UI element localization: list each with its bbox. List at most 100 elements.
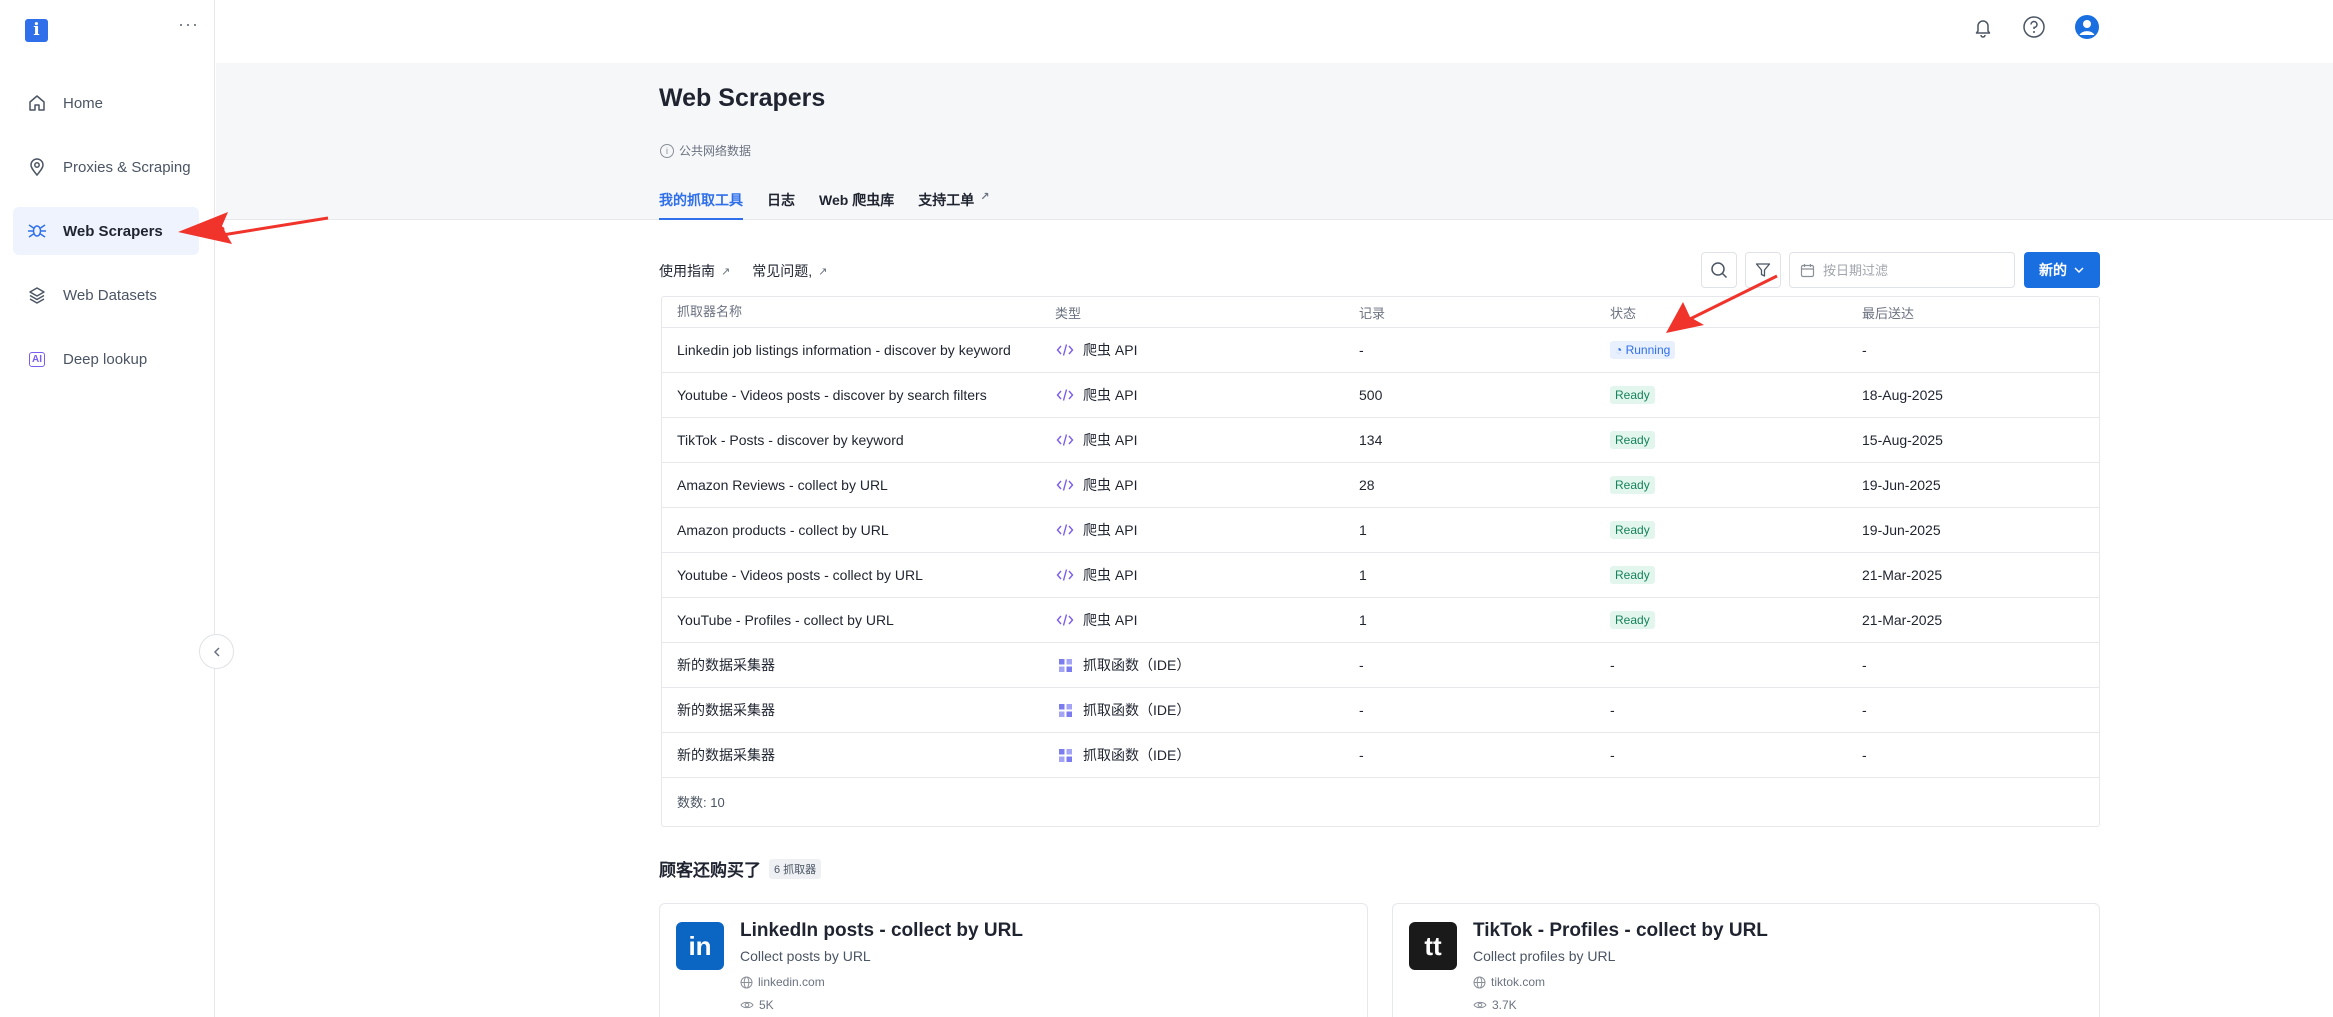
table-row[interactable]: YouTube - Profiles - collect by URL 爬虫 AP… — [662, 598, 2099, 643]
card-domain-text: tiktok.com — [1491, 975, 1546, 989]
date-filter-field[interactable] — [1789, 252, 2015, 288]
table-row[interactable]: Youtube - Videos posts - collect by URL 爬… — [662, 553, 2099, 598]
record-count: - — [1359, 657, 1364, 673]
more-options-icon[interactable]: ··· — [178, 14, 199, 35]
scraper-type: 爬虫 API — [1055, 418, 1137, 462]
type-icon — [1055, 703, 1075, 718]
sidebar-item-label: Web Datasets — [63, 286, 157, 304]
last-delivered: 19-Jun-2025 — [1862, 477, 1941, 493]
scraper-name[interactable]: TikTok - Posts - discover by keyword — [677, 418, 1037, 462]
user-avatar-icon[interactable] — [2073, 13, 2101, 41]
status-text: - — [1610, 657, 1615, 673]
table-row[interactable]: 新的数据采集器 抓取函数（IDE） - - - — [662, 643, 2099, 688]
tab-support-tickets[interactable]: 支持工单 ↗ — [918, 190, 989, 220]
last-delivered: - — [1862, 702, 1867, 718]
brand-logo[interactable]: i — [25, 19, 48, 42]
tab-label: 支持工单 — [918, 192, 975, 208]
card-subtitle: Collect posts by URL — [740, 948, 871, 964]
search-button[interactable] — [1701, 252, 1737, 288]
page-title: Web Scrapers — [659, 84, 826, 112]
status-cell: - — [1610, 643, 1615, 687]
scraper-name[interactable]: 新的数据采集器 — [677, 688, 1037, 732]
code-icon — [1056, 524, 1074, 536]
type-icon — [1055, 478, 1075, 492]
table-row[interactable]: TikTok - Posts - discover by keyword 爬虫 A… — [662, 418, 2099, 463]
home-icon — [25, 91, 49, 115]
scraper-name[interactable]: Amazon Reviews - collect by URL — [677, 463, 1037, 507]
sidebar-item-web-datasets[interactable]: Web Datasets — [13, 271, 199, 319]
column-header-records[interactable]: 记录 — [1359, 297, 1385, 327]
table-header: 抓取器名称 类型 记录 状态 最后送达 — [662, 297, 2099, 328]
card-title[interactable]: TikTok - Profiles - collect by URL — [1473, 920, 1768, 942]
sidebar-item-proxies[interactable]: Proxies & Scraping — [13, 143, 199, 191]
type-icon — [1055, 433, 1075, 447]
date-filter-input[interactable] — [1823, 262, 2003, 278]
status-text: - — [1610, 702, 1615, 718]
external-link-icon: ↗ — [721, 265, 731, 278]
column-header-status[interactable]: 状态 — [1610, 297, 1636, 327]
sidebar-item-home[interactable]: Home — [13, 79, 199, 127]
scraper-type: 爬虫 API — [1055, 508, 1137, 552]
record-count: - — [1359, 702, 1364, 718]
status-cell: Ready — [1610, 508, 1655, 552]
faq-link[interactable]: 常见问题, ↗ — [752, 261, 827, 281]
globe-icon — [740, 976, 753, 988]
column-header-type[interactable]: 类型 — [1055, 297, 1081, 327]
table-row[interactable]: Amazon products - collect by URL 爬虫 API 1 R… — [662, 508, 2099, 553]
help-icon[interactable] — [2020, 13, 2048, 41]
status-badge: Ready — [1610, 386, 1655, 404]
column-header-last-delivered[interactable]: 最后送达 — [1862, 297, 1914, 327]
ai-badge: AI — [29, 351, 45, 367]
last-delivered: 19-Jun-2025 — [1862, 522, 1941, 538]
scraper-name[interactable]: Linkedin job listings information - disc… — [677, 328, 1037, 372]
bell-icon[interactable] — [1969, 13, 1997, 41]
type-text: 抓取函数（IDE） — [1083, 702, 1191, 718]
last-delivered: 18-Aug-2025 — [1862, 387, 1943, 403]
tab-scraper-library[interactable]: Web 爬虫库 — [819, 190, 894, 220]
card-domain-text: linkedin.com — [758, 975, 825, 989]
type-text: 爬虫 API — [1083, 567, 1138, 583]
type-icon — [1055, 613, 1075, 627]
card-subtitle: Collect profiles by URL — [1473, 948, 1616, 964]
table-row[interactable]: Youtube - Videos posts - discover by sea… — [662, 373, 2099, 418]
scraper-type: 抓取函数（IDE） — [1055, 688, 1190, 732]
new-scraper-button[interactable]: 新的 — [2024, 252, 2100, 288]
faq-link-label: 常见问题, — [752, 263, 813, 279]
search-icon — [1711, 262, 1728, 279]
scraper-name[interactable]: Youtube - Videos posts - collect by URL — [677, 553, 1037, 597]
scraper-name[interactable]: 新的数据采集器 — [677, 733, 1037, 777]
code-icon — [1056, 614, 1074, 626]
sidebar-item-deep-lookup[interactable]: AI Deep lookup — [13, 335, 199, 383]
table-footer-count: 数数: 10 — [677, 795, 725, 810]
scraper-name[interactable]: YouTube - Profiles - collect by URL — [677, 598, 1037, 642]
ai-icon: AI — [25, 347, 49, 371]
column-header-name[interactable]: 抓取器名称 — [677, 297, 1037, 327]
tab-my-scrapers[interactable]: 我的抓取工具 — [659, 190, 743, 220]
page-subtitle: i 公共网络数据 — [660, 142, 751, 159]
filter-button[interactable] — [1745, 252, 1781, 288]
scrapers-table: 抓取器名称 类型 记录 状态 最后送达 Linkedin job listing… — [661, 296, 2100, 827]
product-card-tiktok[interactable]: tt TikTok - Profiles - collect by URL Co… — [1392, 903, 2100, 1017]
record-count: 134 — [1359, 432, 1383, 448]
scraper-name[interactable]: Amazon products - collect by URL — [677, 508, 1037, 552]
record-count: 1 — [1359, 522, 1367, 538]
guide-link[interactable]: 使用指南 ↗ — [659, 261, 730, 281]
type-icon — [1055, 523, 1075, 537]
product-card-linkedin[interactable]: in LinkedIn posts - collect by URL Colle… — [659, 903, 1368, 1017]
table-row[interactable]: 新的数据采集器 抓取函数（IDE） - - - — [662, 688, 2099, 733]
table-row[interactable]: Amazon Reviews - collect by URL 爬虫 API 28 R… — [662, 463, 2099, 508]
scraper-name[interactable]: Youtube - Videos posts - discover by sea… — [677, 373, 1037, 417]
collapse-sidebar-button[interactable] — [199, 634, 234, 669]
code-icon — [1056, 479, 1074, 491]
table-row[interactable]: Linkedin job listings information - disc… — [662, 328, 2099, 373]
external-link-icon: ↗ — [818, 265, 828, 278]
status-cell: Ready — [1610, 463, 1655, 507]
sidebar-item-web-scrapers[interactable]: Web Scrapers — [13, 207, 199, 255]
scraper-type: 爬虫 API — [1055, 553, 1137, 597]
scraper-name[interactable]: 新的数据采集器 — [677, 643, 1037, 687]
tab-logs[interactable]: 日志 — [767, 190, 795, 220]
table-row[interactable]: 新的数据采集器 抓取函数（IDE） - - - — [662, 733, 2099, 778]
status-cell: ◔ Running — [1610, 328, 1676, 372]
card-title[interactable]: LinkedIn posts - collect by URL — [740, 920, 1023, 942]
subtitle-text: 公共网络数据 — [679, 144, 752, 158]
